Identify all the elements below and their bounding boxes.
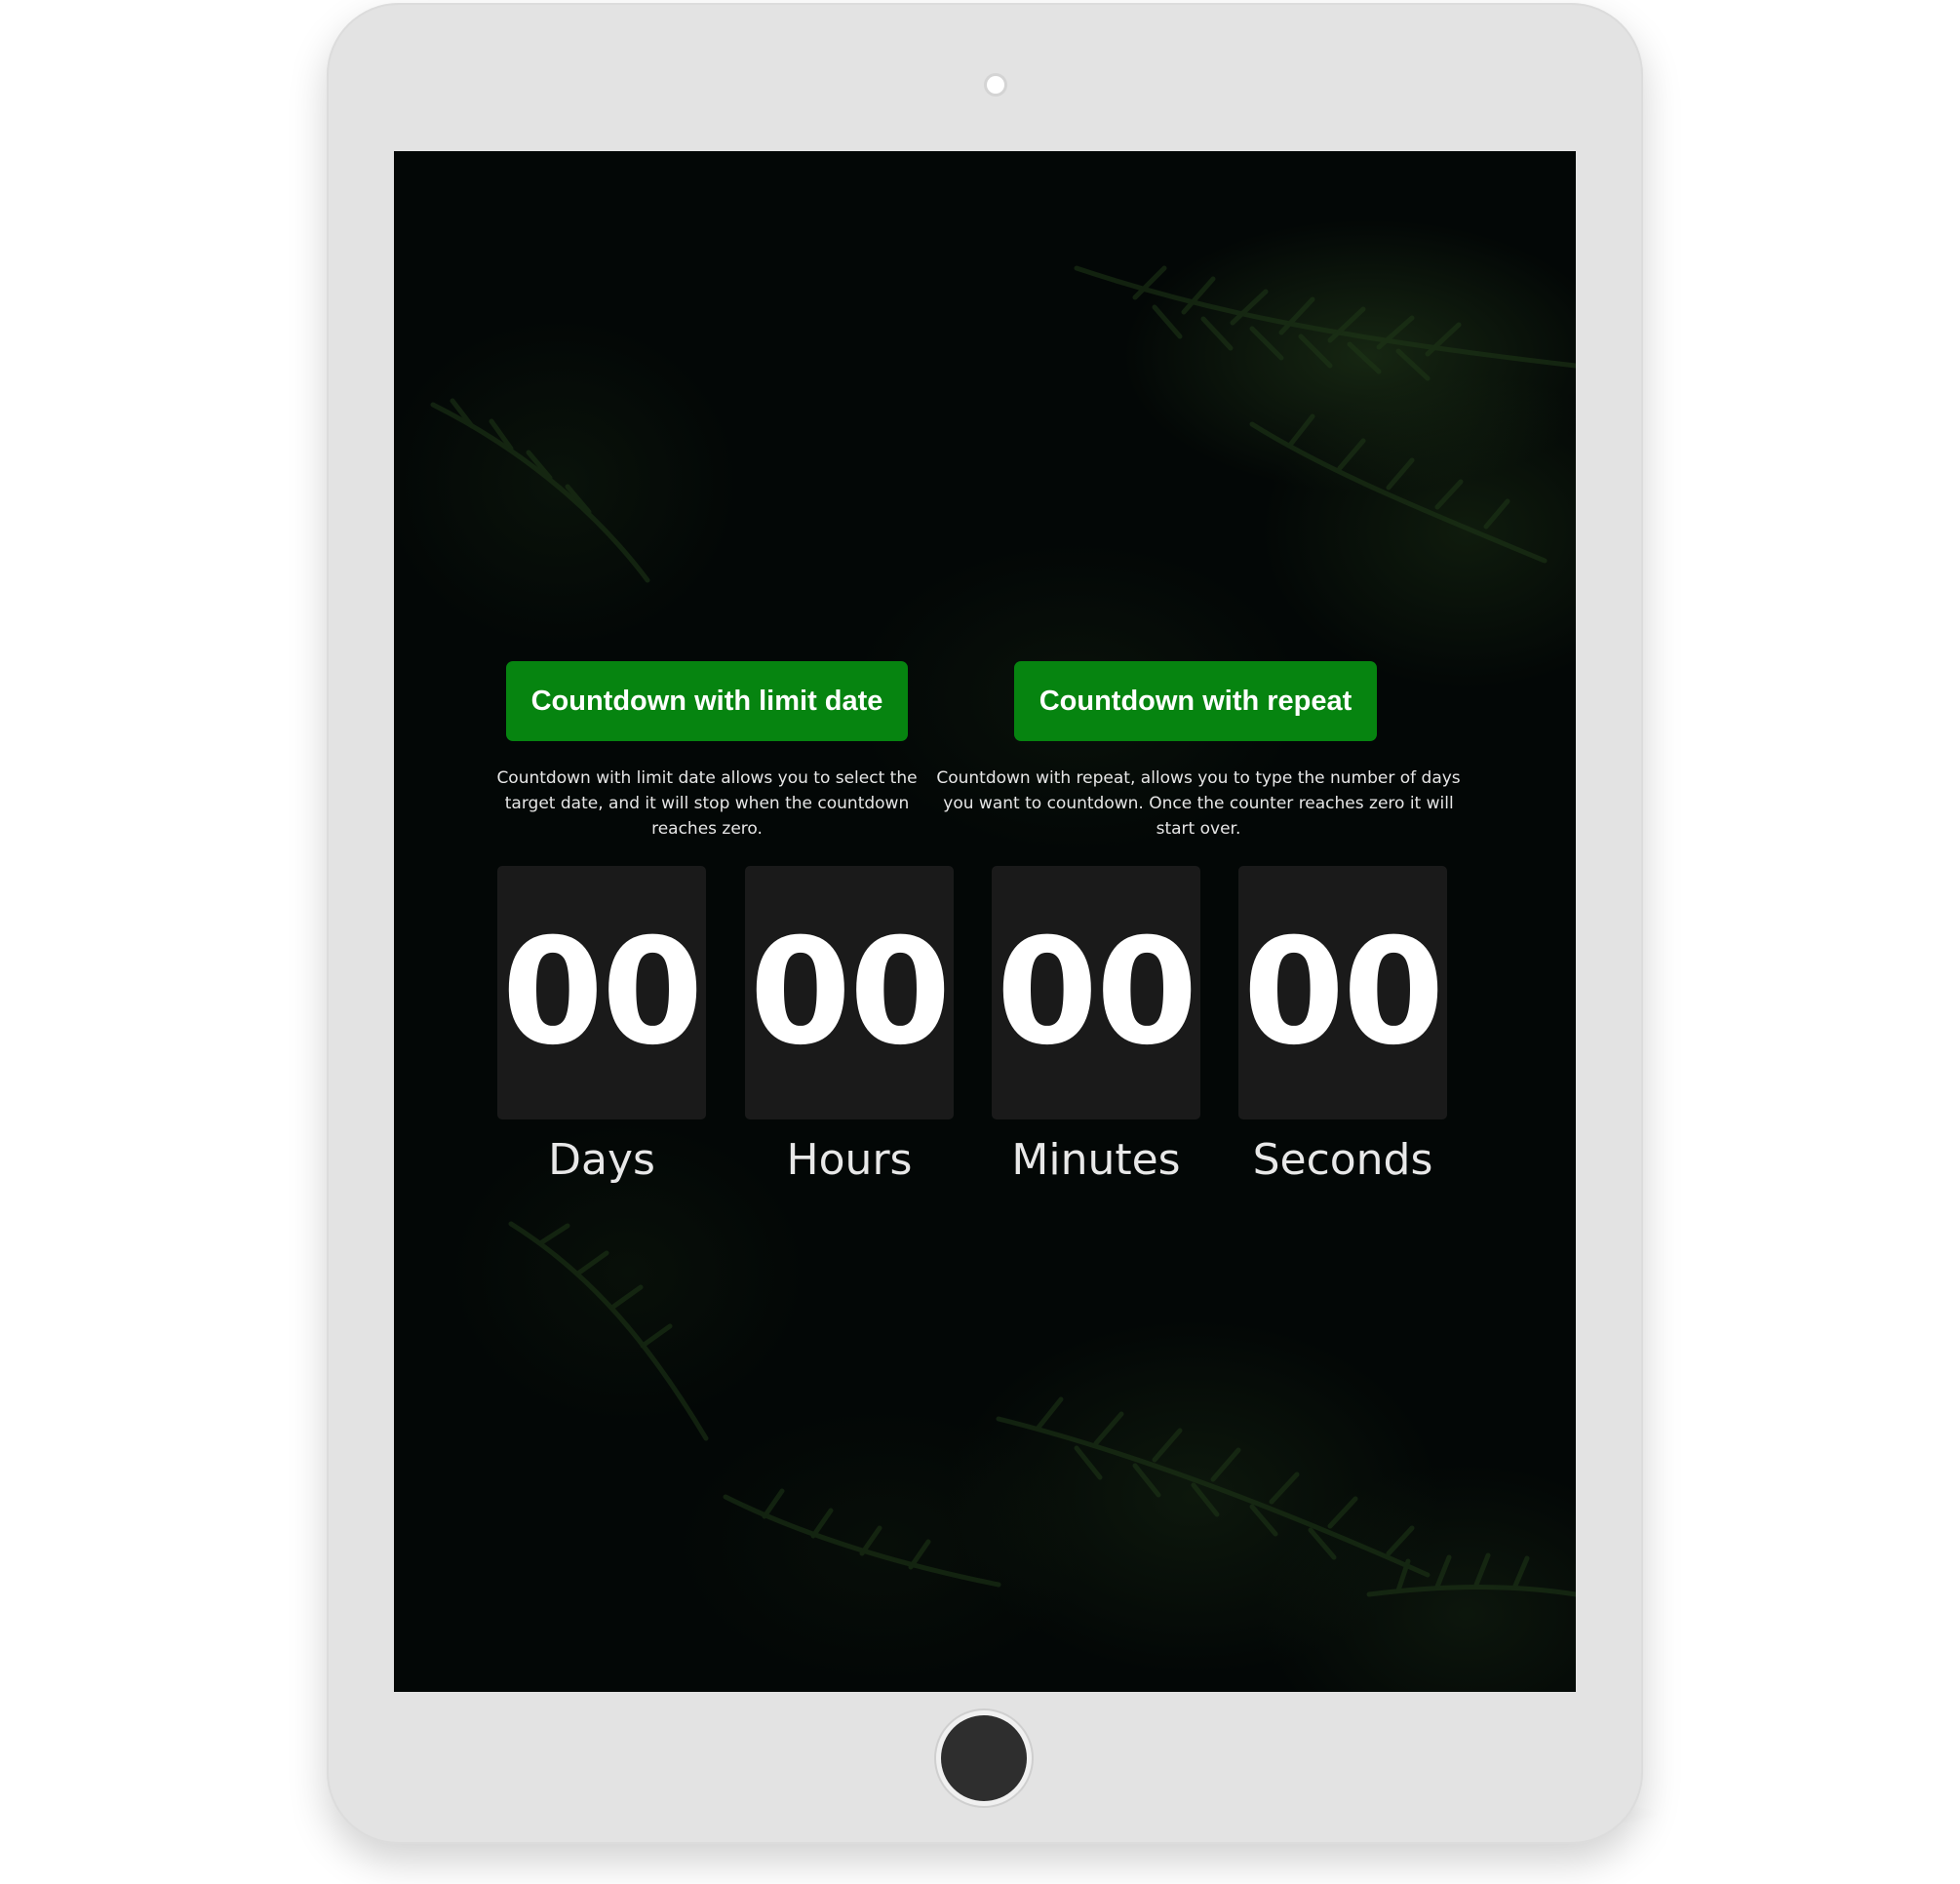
limit-date-description: Countdown with limit date allows you to … — [496, 768, 918, 839]
home-button[interactable] — [941, 1715, 1027, 1801]
minutes-value: 00 — [992, 866, 1200, 1119]
page: Countdown with limit date Countdown with… — [0, 0, 1960, 1884]
camera-icon — [987, 76, 1004, 94]
countdown-limit-date-button[interactable]: Countdown with limit date — [506, 661, 908, 741]
seconds-label: Seconds — [1252, 1135, 1433, 1185]
hours-value: 00 — [745, 866, 954, 1119]
countdown-repeat-button[interactable]: Countdown with repeat — [1014, 661, 1377, 741]
seconds-value: 00 — [1238, 866, 1447, 1119]
tablet-screen: Countdown with limit date Countdown with… — [394, 151, 1576, 1692]
days-value: 00 — [497, 866, 706, 1119]
days-label: Days — [548, 1135, 655, 1185]
hours-label: Hours — [786, 1135, 913, 1185]
repeat-description: Countdown with repeat, allows you to typ… — [936, 768, 1461, 839]
minutes-label: Minutes — [1011, 1135, 1181, 1185]
